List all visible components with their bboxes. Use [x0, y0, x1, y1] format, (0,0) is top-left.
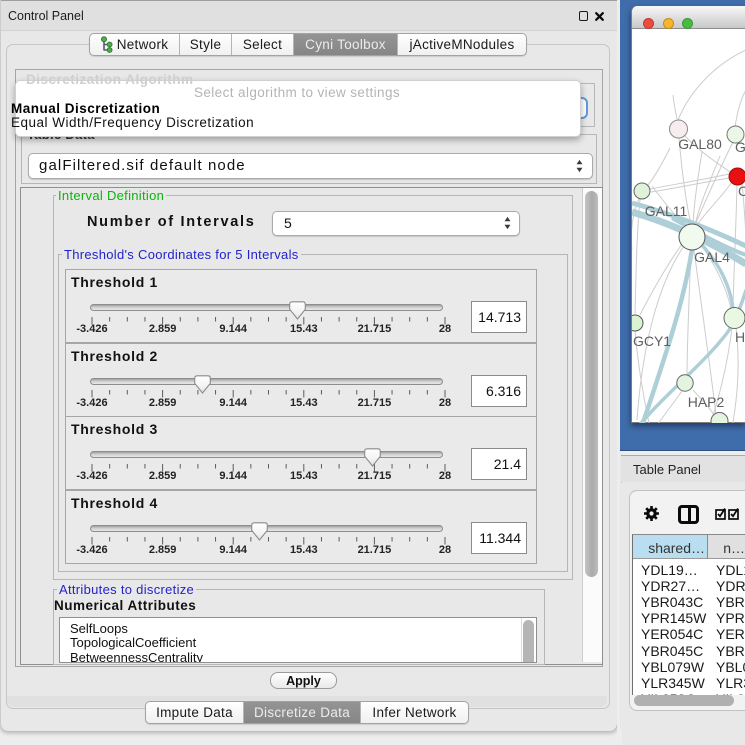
svg-text:GAL4: GAL4: [694, 249, 730, 265]
svg-text:H: H: [735, 329, 745, 345]
svg-text:GAL11: GAL11: [645, 203, 688, 219]
svg-text:GA: GA: [735, 139, 745, 155]
svg-text:GCY1: GCY1: [633, 333, 671, 349]
svg-text:C: C: [738, 183, 745, 199]
svg-text:GAL80: GAL80: [678, 136, 722, 152]
svg-text:HAP2: HAP2: [688, 394, 725, 410]
